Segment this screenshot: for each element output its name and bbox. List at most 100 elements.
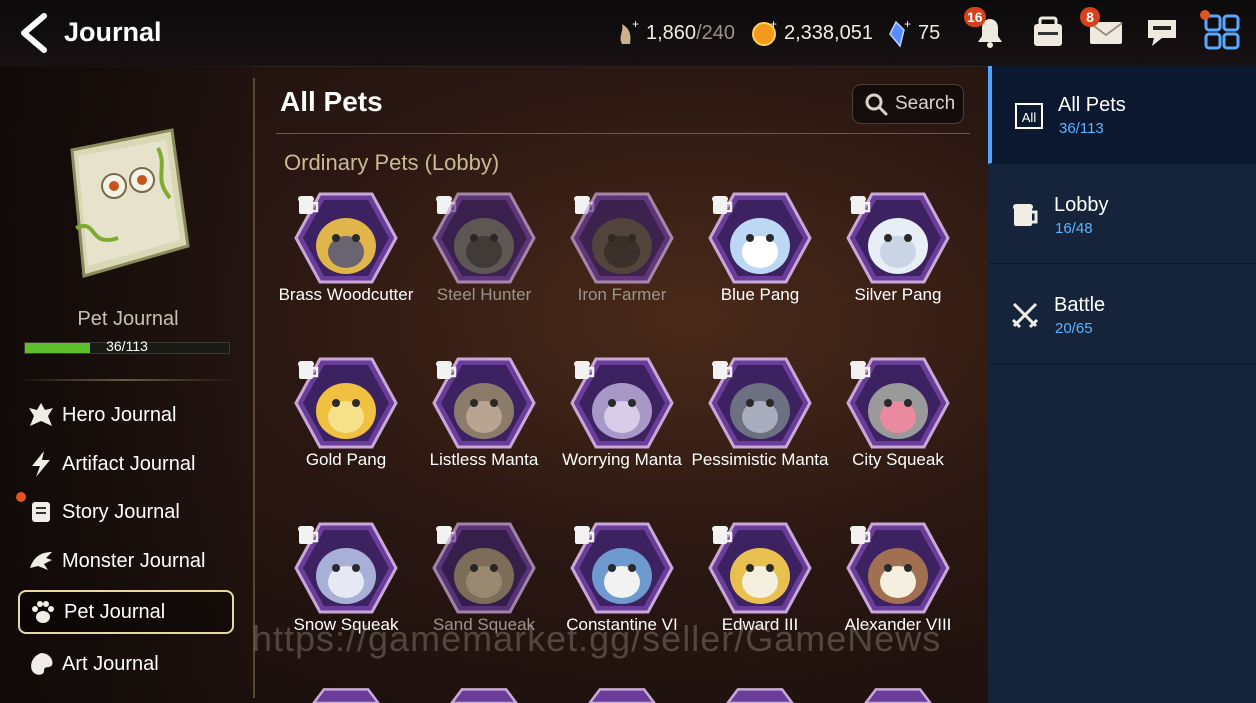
lobby-keg-icon <box>850 361 871 379</box>
tab-label: All Pets <box>1058 94 1126 116</box>
category-panel: All All Pets 36/113 Lobby 16/48 Battle 2… <box>988 66 1256 703</box>
lobby-keg-icon <box>712 196 733 214</box>
pet-card[interactable]: Sand Squeak <box>414 520 554 634</box>
search-label: Search <box>895 93 956 114</box>
pet-card[interactable]: Constantine VI <box>552 520 692 634</box>
crystal-counter[interactable]: + 75 <box>884 18 940 48</box>
sidebar-divider <box>16 379 236 381</box>
svg-text:+: + <box>770 18 777 31</box>
lobby-keg-icon <box>298 526 319 544</box>
menu-art-journal[interactable]: Art Journal <box>18 642 234 686</box>
crystal-icon: + <box>889 18 911 48</box>
journal-progress-text: 36/113 <box>106 338 148 354</box>
pet-name: Brass Woodcutter <box>278 285 414 304</box>
menu-pet-journal[interactable]: Pet Journal <box>18 590 234 634</box>
chat-icon <box>1148 20 1176 46</box>
pet-card[interactable]: Blue Pang <box>690 190 830 304</box>
notifications-button[interactable]: 16 <box>964 7 1010 52</box>
mail-button[interactable]: 8 <box>1080 7 1126 52</box>
menu-grid-button[interactable] <box>1200 10 1242 52</box>
chat-button[interactable] <box>1142 12 1182 52</box>
pet-card-partial[interactable] <box>848 686 948 703</box>
hero-icon <box>29 403 53 426</box>
crossed-swords-icon <box>1011 302 1039 329</box>
pet-portrait-partial <box>588 688 656 703</box>
tab-count: 20/65 <box>1055 320 1093 337</box>
pet-card[interactable]: Snow Squeak <box>276 520 416 634</box>
backpack-icon <box>1034 16 1062 46</box>
menu-label: Art Journal <box>62 652 159 675</box>
menu-label: Artifact Journal <box>62 452 196 475</box>
inventory-button[interactable] <box>1028 12 1068 52</box>
lobby-keg-icon <box>712 361 733 379</box>
tab-all-pets[interactable]: All All Pets 36/113 <box>988 66 1256 164</box>
journal-progress-bar: 36/113 <box>24 338 230 354</box>
back-button[interactable] <box>14 12 54 54</box>
pet-card[interactable]: Gold Pang <box>276 355 416 469</box>
pet-card-partial[interactable] <box>572 686 672 703</box>
book-label: Pet Journal <box>77 308 179 330</box>
lobby-keg-icon <box>850 526 871 544</box>
pet-card[interactable]: Iron Farmer <box>552 190 692 304</box>
pet-name: Silver Pang <box>854 285 942 304</box>
mail-badge: 8 <box>1080 7 1100 27</box>
pet-name: Blue Pang <box>720 285 800 304</box>
pet-card-partial[interactable] <box>434 686 534 703</box>
menu-label: Story Journal <box>62 500 180 523</box>
pet-name: Steel Hunter <box>436 285 532 304</box>
pet-card[interactable]: Silver Pang <box>828 190 968 304</box>
menu-dot <box>1200 10 1210 20</box>
pet-name: Iron Farmer <box>577 285 667 304</box>
stamina-counter[interactable]: + 1,860/240 <box>612 18 735 48</box>
menu-label: Hero Journal <box>62 403 177 426</box>
top-bar: Journal + 1,860/240 + 2,338,051 + 75 16 <box>0 0 1256 67</box>
pet-card[interactable]: Pessimistic Manta <box>690 355 830 469</box>
lobby-keg-icon <box>850 196 871 214</box>
search-button[interactable]: Search <box>852 84 964 124</box>
all-icon-text: All <box>1022 110 1037 125</box>
tab-label: Lobby <box>1054 194 1109 216</box>
dragon-icon <box>30 552 52 570</box>
stamina-value: 1,860 <box>646 21 697 44</box>
gold-value: 2,338,051 <box>784 21 873 44</box>
tab-count: 36/113 <box>1059 120 1104 137</box>
lobby-keg-icon <box>298 361 319 379</box>
pet-card[interactable]: Listless Manta <box>414 355 554 469</box>
pet-portrait-partial <box>726 688 794 703</box>
menu-monster-journal[interactable]: Monster Journal <box>18 539 234 583</box>
pet-card[interactable]: Worrying Manta <box>552 355 692 469</box>
lobby-keg-icon <box>712 526 733 544</box>
pet-journal-book-icon <box>70 128 190 278</box>
title-divider <box>276 133 970 134</box>
menu-story-journal[interactable]: Story Journal <box>16 490 234 534</box>
pet-card[interactable]: City Squeak <box>828 355 968 469</box>
tab-count: 16/48 <box>1055 220 1093 237</box>
story-notification-dot <box>16 492 26 502</box>
gold-counter[interactable]: + 2,338,051 <box>750 18 873 48</box>
pet-card-partial[interactable] <box>296 686 396 703</box>
tab-battle[interactable]: Battle 20/65 <box>988 266 1256 364</box>
tab-lobby[interactable]: Lobby 16/48 <box>988 166 1256 264</box>
gold-coin-icon: + <box>752 18 777 46</box>
pet-portrait <box>432 192 536 284</box>
pet-card[interactable]: Alexander VIII <box>828 520 968 634</box>
pet-card[interactable]: Brass Woodcutter <box>276 190 416 304</box>
pet-card[interactable]: Edward III <box>690 520 830 634</box>
lobby-keg-icon <box>574 361 595 379</box>
pet-name: Worrying Manta <box>562 450 682 469</box>
menu-artifact-journal[interactable]: Artifact Journal <box>18 442 234 486</box>
panel-divider <box>253 78 255 698</box>
back-arrow-icon <box>21 13 47 53</box>
pet-card-partial[interactable] <box>710 686 810 703</box>
pet-name: City Squeak <box>852 450 944 469</box>
pet-name: Listless Manta <box>429 450 539 469</box>
pet-card[interactable]: Steel Hunter <box>414 190 554 304</box>
paw-icon <box>32 601 54 623</box>
keg-icon <box>1013 204 1038 226</box>
page-title: Journal <box>64 17 162 47</box>
lobby-keg-icon <box>436 361 457 379</box>
lobby-keg-icon <box>298 196 319 214</box>
pet-portrait-partial <box>312 688 380 703</box>
notifications-badge: 16 <box>964 7 986 27</box>
menu-hero-journal[interactable]: Hero Journal <box>18 393 234 437</box>
